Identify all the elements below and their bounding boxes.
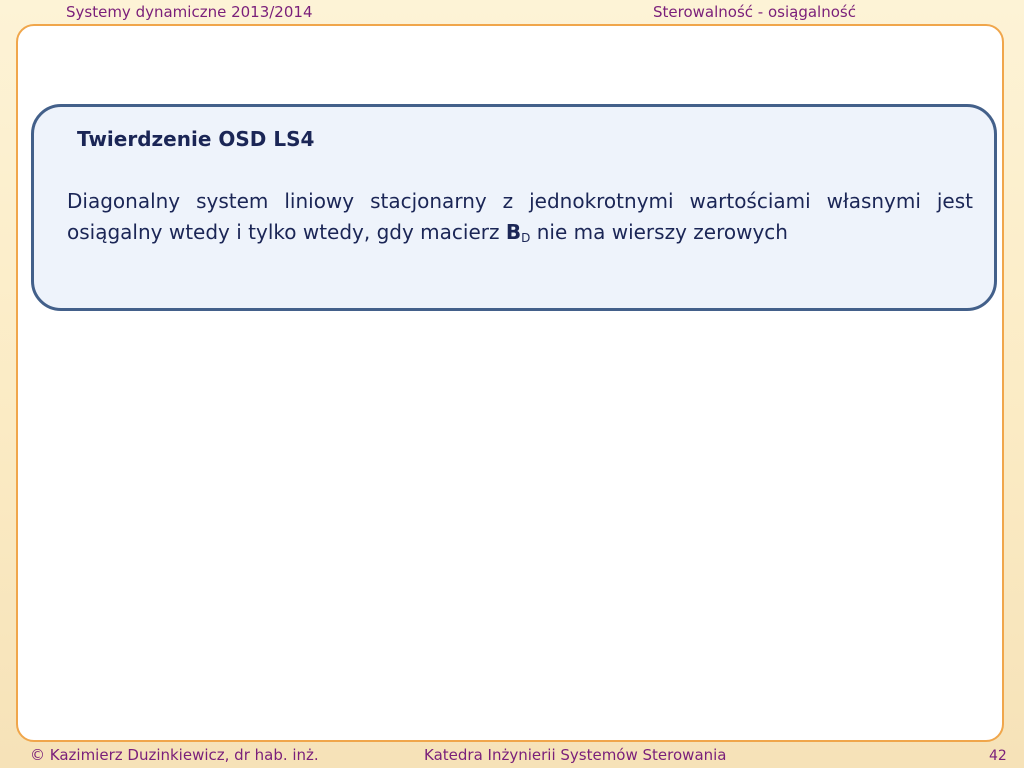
header-course-title: Systemy dynamiczne 2013/2014 (66, 3, 313, 21)
theorem-statement: Diagonalny system liniowy stacjonarny z … (67, 186, 973, 254)
footer-author: © Kazimierz Duzinkiewicz, dr hab. inż. (30, 746, 319, 764)
slide-page-number: 42 (989, 748, 1007, 764)
footer-department: Katedra Inżynierii Systemów Sterowania (424, 746, 727, 764)
header-topic-title: Sterowalność - osiągalność (653, 3, 856, 21)
matrix-symbol: B (505, 220, 522, 244)
theorem-title: Twierdzenie OSD LS4 (77, 127, 315, 151)
matrix-subscript: D (521, 231, 531, 245)
theorem-text-after: nie ma wierszy zerowych (530, 220, 788, 244)
theorem-box: Twierdzenie OSD LS4 Diagonalny system li… (31, 104, 997, 311)
